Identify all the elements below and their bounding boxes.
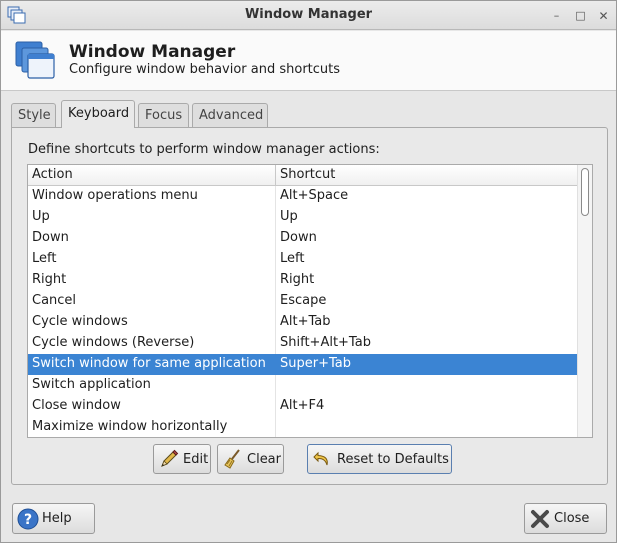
shortcut-cell: Up — [280, 209, 298, 224]
column-header-shortcut[interactable]: Shortcut — [280, 167, 335, 182]
table-row[interactable]: Switch application — [28, 375, 577, 396]
minimize-icon: – — [553, 9, 560, 22]
reset-to-defaults-button[interactable]: Reset to Defaults — [307, 444, 452, 474]
close-window-button[interactable]: ✕ — [595, 7, 612, 24]
edit-button-label: Edit — [183, 451, 209, 467]
column-divider — [275, 312, 276, 333]
action-cell: Switch application — [32, 377, 151, 392]
close-x-icon — [531, 509, 549, 528]
column-divider — [275, 228, 276, 249]
close-button-label: Close — [554, 511, 590, 526]
edit-button[interactable]: Edit — [153, 444, 211, 474]
help-button-label: Help — [42, 511, 72, 526]
action-cell: Cycle windows (Reverse) — [32, 335, 195, 350]
shortcut-cell: Escape — [280, 293, 327, 308]
tab-style[interactable]: Style — [11, 103, 56, 128]
action-cell: Up — [32, 209, 50, 224]
svg-text:?: ? — [24, 512, 32, 528]
undo-arrow-icon — [313, 451, 328, 466]
maximize-button[interactable]: □ — [572, 7, 589, 24]
column-divider — [275, 396, 276, 417]
shortcut-cell: Alt+F4 — [280, 398, 325, 413]
action-cell: Switch window for same application — [32, 356, 266, 371]
action-cell: Down — [32, 230, 69, 245]
action-cell: Right — [32, 272, 67, 287]
shortcuts-description: Define shortcuts to perform window manag… — [28, 142, 380, 157]
action-cell: Maximize window horizontally — [32, 419, 228, 434]
shortcut-cell: Left — [280, 251, 305, 266]
maximize-icon: □ — [575, 9, 586, 22]
shortcut-cell: Down — [280, 230, 317, 245]
column-divider — [275, 375, 276, 396]
close-icon: ✕ — [598, 8, 609, 23]
vertical-scrollbar[interactable] — [577, 165, 592, 437]
table-row-selected[interactable]: Switch window for same application Super+… — [28, 354, 577, 375]
minimize-button[interactable]: – — [548, 7, 565, 24]
action-cell: Left — [32, 251, 57, 266]
table-row[interactable]: Maximize window horizontally — [28, 417, 577, 437]
close-button[interactable]: Close — [524, 503, 607, 534]
pencil-icon — [161, 449, 179, 467]
window-title: Window Manager — [244, 7, 373, 22]
shortcut-cell: Right — [280, 272, 315, 287]
column-divider — [275, 207, 276, 228]
column-header-action[interactable]: Action — [32, 167, 73, 182]
column-divider — [275, 165, 276, 186]
shortcut-cell: Alt+Space — [280, 188, 349, 203]
table-row[interactable]: Right Right — [28, 270, 577, 291]
help-button[interactable]: ? Help — [12, 503, 95, 534]
column-divider — [275, 186, 276, 207]
tree-header: Action Shortcut — [28, 165, 577, 186]
column-divider — [275, 333, 276, 354]
table-row[interactable]: Close window Alt+F4 — [28, 396, 577, 417]
reset-button-label: Reset to Defaults — [337, 451, 449, 467]
tab-focus[interactable]: Focus — [138, 103, 189, 128]
tab-label: Advanced — [199, 108, 264, 123]
keyboard-panel: Define shortcuts to perform window manag… — [11, 127, 608, 485]
column-divider — [275, 417, 276, 437]
broom-icon — [224, 449, 240, 469]
header-title: Window Manager — [69, 42, 236, 62]
shortcut-cell: Super+Tab — [280, 356, 351, 371]
clear-button-label: Clear — [247, 451, 281, 467]
tab-label: Keyboard — [68, 106, 130, 121]
shortcuts-tree[interactable]: Action Shortcut Window operations menu Al… — [27, 164, 593, 438]
tab-label: Focus — [145, 108, 183, 123]
table-row[interactable]: Up Up — [28, 207, 577, 228]
column-divider — [275, 270, 276, 291]
clear-button[interactable]: Clear — [217, 444, 284, 474]
column-divider — [275, 249, 276, 270]
window-manager-dialog: Window Manager – □ ✕ Window Manager Conf… — [0, 0, 617, 543]
title-bar[interactable]: Window Manager – □ ✕ — [1, 1, 616, 30]
shortcut-rows: Window operations menu Alt+Space Up Up Dow… — [28, 186, 577, 437]
table-row[interactable]: Down Down — [28, 228, 577, 249]
tab-keyboard[interactable]: Keyboard — [61, 100, 135, 128]
help-question-icon: ? — [17, 508, 39, 529]
action-cell: Window operations menu — [32, 188, 198, 203]
table-row[interactable]: Left Left — [28, 249, 577, 270]
header-subtitle: Configure window behavior and shortcuts — [69, 62, 341, 77]
action-cell: Cycle windows — [32, 314, 128, 329]
column-divider — [275, 291, 276, 312]
action-cell: Cancel — [32, 293, 77, 308]
dialog-header: Window Manager Configure window behavior… — [1, 31, 616, 91]
table-row[interactable]: Cancel Escape — [28, 291, 577, 312]
column-divider — [275, 354, 276, 375]
tab-advanced[interactable]: Advanced — [192, 103, 268, 128]
window-manager-icon — [15, 41, 55, 79]
shortcut-cell: Alt+Tab — [280, 314, 331, 329]
tab-label: Style — [18, 108, 51, 123]
table-row[interactable]: Cycle windows (Reverse) Shift+Alt+Tab — [28, 333, 577, 354]
table-row[interactable]: Window operations menu Alt+Space — [28, 186, 577, 207]
scrollbar-thumb[interactable] — [581, 168, 589, 216]
shortcut-cell: Shift+Alt+Tab — [280, 335, 371, 350]
table-row[interactable]: Cycle windows Alt+Tab — [28, 312, 577, 333]
action-cell: Close window — [32, 398, 121, 413]
